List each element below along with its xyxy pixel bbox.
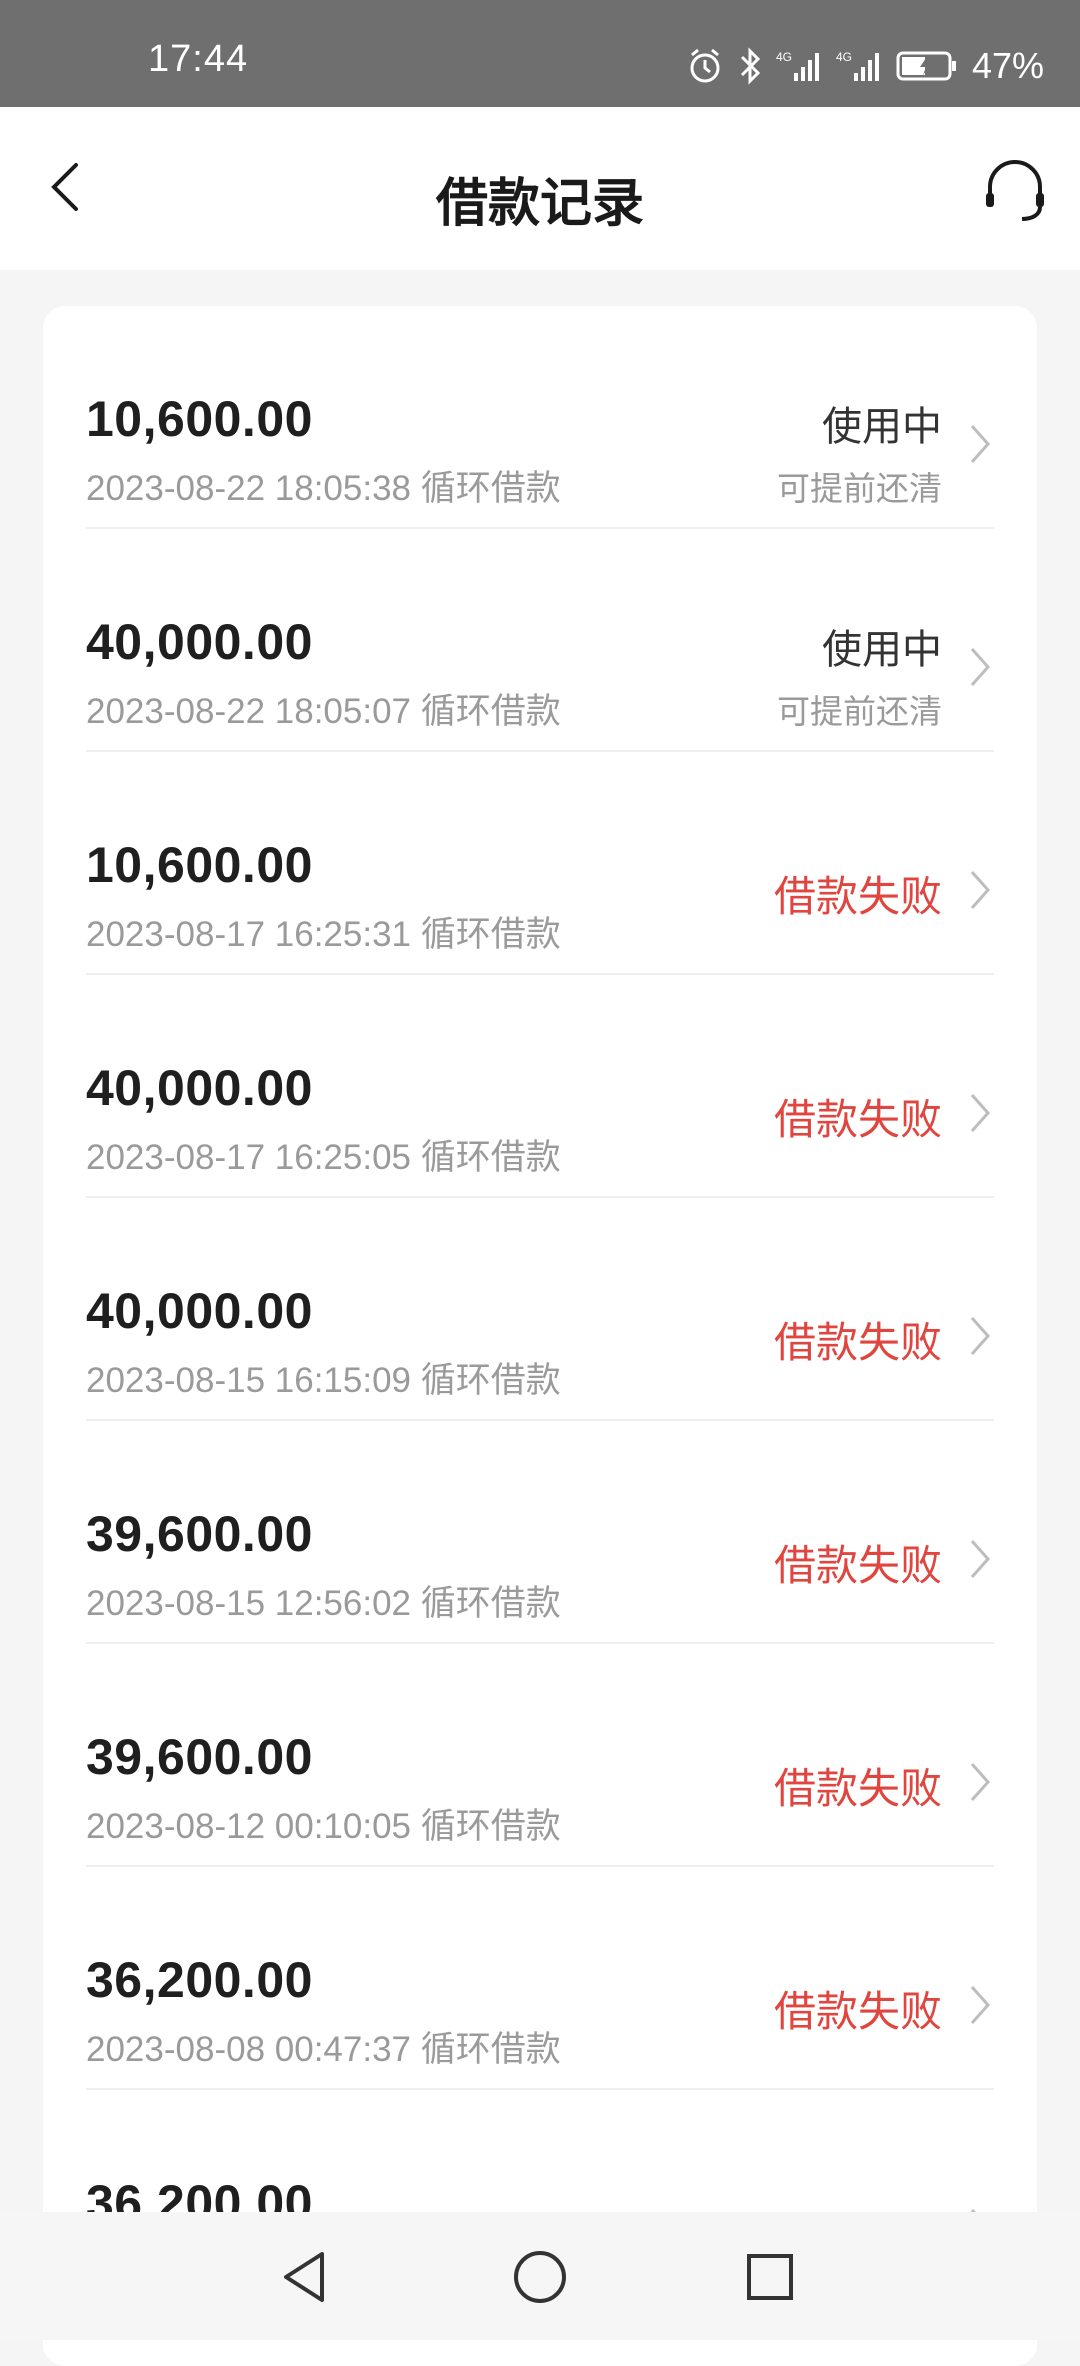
customer-service-button[interactable] bbox=[980, 155, 1050, 225]
status-bar: 17:44 4G 4G 47% bbox=[0, 0, 1080, 107]
status-time: 17:44 bbox=[148, 38, 249, 80]
loan-record-row[interactable]: 39,600.00 2023-08-15 12:56:02 循环借款 借款失败 bbox=[86, 1421, 994, 1644]
loan-amount: 40,000.00 bbox=[86, 1060, 313, 1116]
loan-amount: 39,600.00 bbox=[86, 1506, 313, 1562]
loan-record-row[interactable]: 36,200.00 2023-08-08 00:47:37 循环借款 借款失败 bbox=[86, 1867, 994, 2090]
loan-amount: 40,000.00 bbox=[86, 1283, 313, 1339]
battery-percent: 47% bbox=[971, 45, 1044, 86]
chevron-right-icon bbox=[970, 425, 991, 463]
status-icons: 4G 4G 47% bbox=[686, 36, 1044, 96]
loan-record-row[interactable]: 10,600.00 2023-08-17 16:25:31 循环借款 借款失败 bbox=[86, 752, 994, 975]
nav-home-button[interactable] bbox=[505, 2242, 575, 2312]
signal-4g-icon: 4G bbox=[776, 47, 822, 85]
loan-amount: 39,600.00 bbox=[86, 1729, 313, 1785]
chevron-right-icon bbox=[970, 648, 991, 686]
loan-record-row[interactable]: 40,000.00 2023-08-22 18:05:07 循环借款 使用中 可… bbox=[86, 529, 994, 752]
svg-text:4G: 4G bbox=[836, 50, 852, 64]
back-triangle-icon bbox=[284, 2252, 324, 2302]
loan-record-list: 10,600.00 2023-08-22 18:05:38 循环借款 使用中 可… bbox=[43, 306, 1037, 2366]
loan-amount: 40,000.00 bbox=[86, 614, 313, 670]
bluetooth-icon bbox=[738, 47, 762, 85]
app-header: 借款记录 bbox=[0, 107, 1080, 270]
headset-icon bbox=[986, 160, 1044, 221]
svg-text:4G: 4G bbox=[776, 50, 792, 64]
loan-meta: 2023-08-08 00:47:37 循环借款 bbox=[86, 2030, 561, 2069]
loan-status: 借款失败 bbox=[773, 873, 942, 920]
battery-charging-icon bbox=[896, 49, 958, 83]
loan-status: 借款失败 bbox=[773, 1542, 942, 1589]
loan-record-row[interactable]: 40,000.00 2023-08-15 16:15:09 循环借款 借款失败 bbox=[86, 1198, 994, 1421]
chevron-right-icon bbox=[970, 1094, 991, 1132]
loan-status: 借款失败 bbox=[773, 1765, 942, 1812]
chevron-right-icon bbox=[970, 871, 991, 909]
loan-substatus: 可提前还清 bbox=[777, 693, 942, 730]
page-title: 借款记录 bbox=[435, 175, 644, 233]
loan-status: 借款失败 bbox=[773, 1319, 942, 1366]
signal-4g-icon: 4G bbox=[836, 47, 882, 85]
chevron-right-icon bbox=[970, 1540, 991, 1578]
chevron-right-icon bbox=[970, 1986, 991, 2024]
alarm-icon bbox=[686, 47, 724, 85]
loan-status: 使用中 bbox=[822, 628, 942, 672]
loan-meta: 2023-08-22 18:05:07 循环借款 bbox=[86, 692, 561, 731]
loan-meta: 2023-08-15 12:56:02 循环借款 bbox=[86, 1584, 561, 1623]
loan-meta: 2023-08-17 16:25:31 循环借款 bbox=[86, 915, 561, 954]
loan-status: 使用中 bbox=[822, 405, 942, 449]
nav-back-button[interactable] bbox=[270, 2242, 340, 2312]
chevron-right-icon bbox=[970, 1317, 991, 1355]
loan-status: 借款失败 bbox=[773, 1988, 942, 2035]
nav-recents-button[interactable] bbox=[735, 2242, 805, 2312]
chevron-right-icon bbox=[970, 1763, 991, 1801]
loan-meta: 2023-08-12 00:10:05 循环借款 bbox=[86, 1807, 561, 1846]
recents-square-icon bbox=[747, 2254, 793, 2300]
home-circle-icon bbox=[514, 2251, 566, 2303]
system-nav-bar bbox=[0, 2212, 1080, 2340]
loan-amount: 36,200.00 bbox=[86, 1952, 313, 2008]
loan-record-row[interactable]: 10,600.00 2023-08-22 18:05:38 循环借款 使用中 可… bbox=[86, 306, 994, 529]
loan-amount: 10,600.00 bbox=[86, 391, 313, 447]
loan-amount: 10,600.00 bbox=[86, 837, 313, 893]
loan-status: 借款失败 bbox=[773, 1096, 942, 1143]
loan-meta: 2023-08-22 18:05:38 循环借款 bbox=[86, 469, 561, 508]
loan-record-row[interactable]: 39,600.00 2023-08-12 00:10:05 循环借款 借款失败 bbox=[86, 1644, 994, 1867]
loan-meta: 2023-08-17 16:25:05 循环借款 bbox=[86, 1138, 561, 1177]
loan-record-row[interactable]: 40,000.00 2023-08-17 16:25:05 循环借款 借款失败 bbox=[86, 975, 994, 1198]
loan-meta: 2023-08-15 16:15:09 循环借款 bbox=[86, 1361, 561, 1400]
loan-substatus: 可提前还清 bbox=[777, 470, 942, 507]
